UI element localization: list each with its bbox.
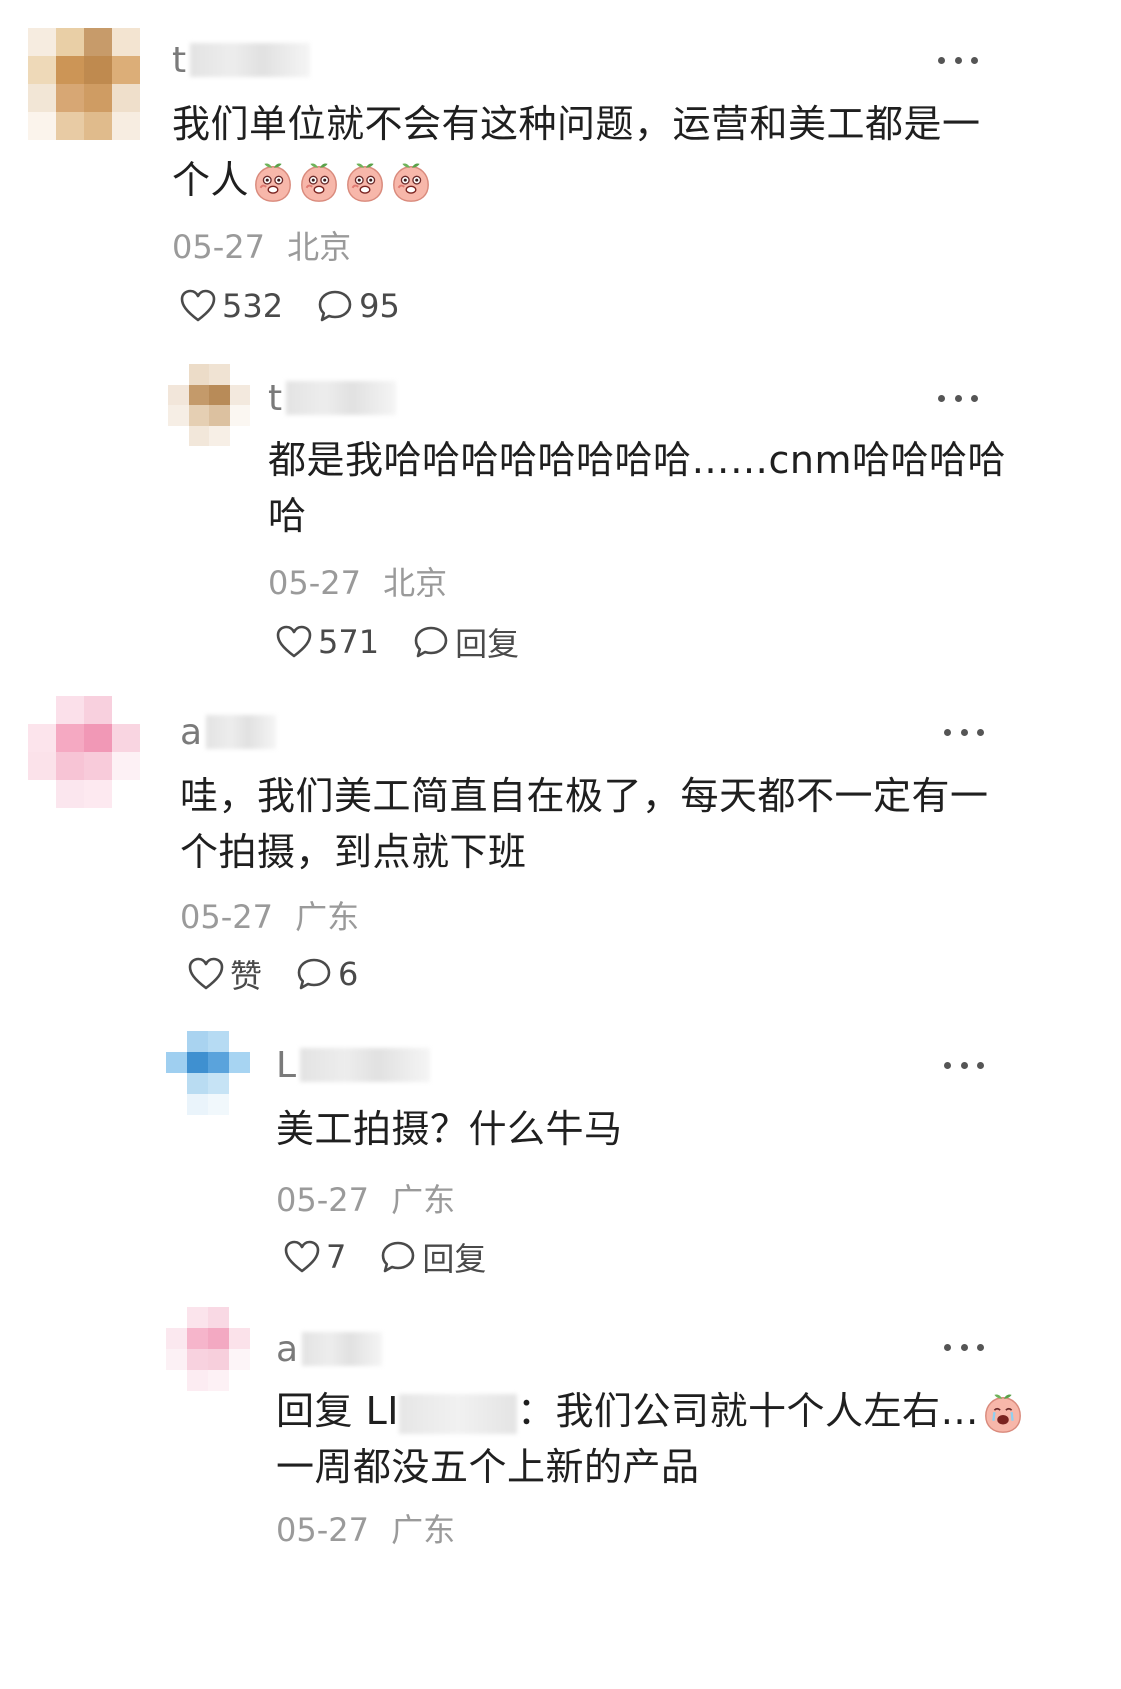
username[interactable]: L bbox=[276, 1037, 431, 1093]
reply-button[interactable]: 6 bbox=[296, 955, 358, 993]
username[interactable]: t bbox=[268, 370, 397, 426]
comment-location: 北京 bbox=[383, 564, 448, 602]
heart-icon bbox=[276, 625, 312, 658]
heart-icon bbox=[180, 289, 216, 322]
more-options-icon[interactable] bbox=[944, 1337, 984, 1357]
comment-actions: 7 回复 bbox=[284, 1233, 520, 1281]
comment-date: 05-27 bbox=[268, 564, 361, 602]
comment-text: 都是我哈哈哈哈哈哈哈哈……cnm哈哈哈哈 哈 bbox=[268, 438, 1006, 538]
like-button[interactable]: 赞 bbox=[188, 951, 262, 997]
reply-count: 95 bbox=[359, 287, 400, 325]
comment-date: 05-27 bbox=[180, 898, 273, 936]
like-label: 赞 bbox=[230, 957, 263, 995]
comment-2: t 都是我哈哈哈哈哈哈哈哈……cnm哈哈哈哈 哈 05-27 北京 571 回复 bbox=[0, 350, 1121, 680]
reply-prefix: 回复 LI bbox=[276, 1389, 399, 1433]
username-blurred bbox=[190, 43, 311, 77]
reply-suffix: ：我们公司就十个人左右… bbox=[516, 1389, 979, 1433]
comment-location: 北京 bbox=[287, 228, 352, 266]
comment-date: 05-27 bbox=[172, 228, 265, 266]
comment-text: 我们单位就不会有这种问题，运营和美工都是一 个人 bbox=[172, 102, 981, 202]
comment-meta: 05-27 广东 bbox=[276, 1505, 455, 1551]
comment-date: 05-27 bbox=[276, 1181, 369, 1219]
username-initial: t bbox=[172, 39, 187, 81]
comment-actions: 赞 6 bbox=[188, 950, 392, 998]
like-count: 7 bbox=[326, 1238, 347, 1276]
comment-text: 哇，我们美工简直自在极了，每天都不一定有一 个拍摄，到点就下班 bbox=[180, 774, 989, 874]
avatar[interactable] bbox=[28, 28, 140, 140]
like-count: 532 bbox=[222, 287, 284, 325]
like-button[interactable]: 7 bbox=[284, 1238, 346, 1276]
username[interactable]: a bbox=[276, 1321, 383, 1377]
comment-bubble-icon bbox=[414, 626, 448, 658]
reply-label: 回复 bbox=[455, 625, 520, 663]
reply-button[interactable]: 回复 bbox=[413, 619, 519, 665]
comment-4: L 美工拍摄？什么牛马 05-27 广东 7 回复 bbox=[0, 1015, 1121, 1305]
reply-button[interactable]: 回复 bbox=[380, 1234, 486, 1280]
username-initial: a bbox=[276, 1328, 299, 1370]
comment-text: 美工拍摄？什么牛马 bbox=[276, 1107, 623, 1151]
username-initial: L bbox=[276, 1044, 297, 1086]
avatar[interactable] bbox=[166, 1031, 250, 1115]
comment-meta: 05-27 北京 bbox=[172, 222, 351, 268]
like-count: 571 bbox=[318, 623, 380, 661]
comment-actions: 571 回复 bbox=[276, 618, 553, 666]
username-initial: a bbox=[180, 711, 203, 753]
more-options-icon[interactable] bbox=[944, 722, 984, 742]
avatar[interactable] bbox=[166, 1307, 250, 1391]
comment-bubble-icon bbox=[297, 958, 331, 990]
username-blurred bbox=[300, 1048, 431, 1082]
more-options-icon[interactable] bbox=[944, 1055, 984, 1075]
reply-target-blurred bbox=[398, 1393, 517, 1434]
like-button[interactable]: 532 bbox=[180, 287, 283, 325]
comment-text: 回复 LI ：我们公司就十个人左右… 一周都没五个上新的产品 bbox=[276, 1383, 1025, 1495]
reply-button[interactable]: 95 bbox=[317, 287, 400, 325]
avatar[interactable] bbox=[168, 364, 250, 446]
comment-actions: 532 95 bbox=[180, 282, 434, 330]
like-button[interactable]: 571 bbox=[276, 623, 379, 661]
avatar[interactable] bbox=[28, 696, 140, 808]
username-blurred bbox=[206, 715, 277, 749]
more-options-icon[interactable] bbox=[938, 388, 978, 408]
username[interactable]: t bbox=[172, 32, 311, 88]
comment-date: 05-27 bbox=[276, 1511, 369, 1549]
comment-meta: 05-27 广东 bbox=[276, 1175, 455, 1221]
peach-emoji-group bbox=[249, 158, 433, 202]
crying-peach-emoji bbox=[979, 1389, 1025, 1433]
comment-bubble-icon bbox=[382, 1241, 415, 1273]
reply-count: 6 bbox=[338, 955, 359, 993]
comment-3: a 哇，我们美工简直自在极了，每天都不一定有一 个拍摄，到点就下班 05-27 … bbox=[0, 680, 1121, 1015]
reply-label: 回复 bbox=[422, 1240, 487, 1278]
comment-location: 广东 bbox=[391, 1511, 456, 1549]
comment-bubble-icon bbox=[318, 290, 352, 322]
username-blurred bbox=[302, 1332, 383, 1366]
comment-location: 广东 bbox=[295, 898, 360, 936]
username-blurred bbox=[286, 381, 397, 415]
username-initial: t bbox=[268, 377, 283, 419]
username[interactable]: a bbox=[180, 704, 277, 760]
comment-meta: 05-27 广东 bbox=[180, 892, 359, 938]
comment-1: t 我们单位就不会有这种问题，运营和美工都是一 个人 05-27 北京 532 … bbox=[0, 0, 1121, 350]
comment-meta: 05-27 北京 bbox=[268, 558, 447, 604]
heart-icon bbox=[284, 1240, 320, 1273]
heart-icon bbox=[188, 957, 224, 990]
comment-5: a 回复 LI ：我们公司就十个人左右… 一周都没五个上新的产品 05-27 广东 bbox=[0, 1305, 1121, 1689]
comment-location: 广东 bbox=[391, 1181, 456, 1219]
more-options-icon[interactable] bbox=[938, 50, 978, 70]
